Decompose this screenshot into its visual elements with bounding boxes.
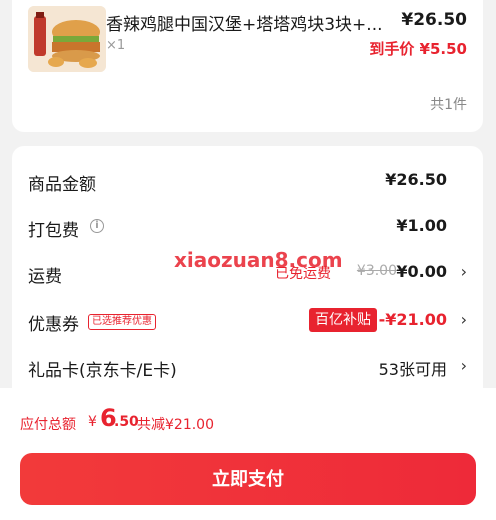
packing-fee-label: 打包费 (28, 221, 79, 241)
coupon-recommend-tag: 已选推荐优惠 (88, 314, 156, 330)
coupon-label: 优惠券 (28, 315, 79, 335)
total-currency: ¥ (88, 414, 97, 430)
goods-amount-value: ¥26.50 (385, 170, 447, 189)
giftcard-label: 礼品卡(京东卡/E卡) (28, 361, 177, 381)
product-price: ¥26.50 (401, 10, 467, 30)
pay-now-button[interactable]: 立即支付 (20, 453, 476, 505)
shipping-original-price: ¥3.00 (356, 263, 397, 279)
product-quantity: ×1 (106, 38, 126, 53)
chevron-right-icon[interactable]: › (461, 262, 467, 281)
shipping-value: ¥0.00 (396, 262, 447, 281)
giftcard-value: 53张可用 (378, 360, 447, 379)
product-final-price: 到手价 ¥5.50 (369, 40, 467, 58)
info-icon[interactable]: i (90, 219, 104, 233)
product-card: 香辣鸡腿中国汉堡+塔塔鸡块3块+... ×1 ¥26.50 到手价 ¥5.50 … (12, 0, 483, 132)
subsidy-badge: 百亿补贴 (309, 308, 377, 332)
packing-fee-row: 打包费 i ¥1.00 (12, 212, 483, 244)
total-saving: 共减¥21.00 (137, 417, 214, 433)
shipping-label: 运费 (28, 267, 62, 287)
goods-amount-row: 商品金额 ¥26.50 (12, 166, 483, 198)
product-thumbnail[interactable] (28, 6, 106, 72)
coupon-value: -¥21.00 (378, 310, 447, 329)
shipping-free-tag: 已免运费 (275, 266, 331, 282)
checkout-footer: 应付总额 ¥ 6 .50 共减¥21.00 立即支付 (0, 388, 496, 520)
product-title[interactable]: 香辣鸡腿中国汉堡+塔塔鸡块3块+... (106, 10, 396, 35)
product-count: 共1件 (430, 97, 467, 113)
shipping-row[interactable]: 运费 已免运费 ¥3.00 ¥0.00 › (12, 258, 483, 290)
order-summary-card: 商品金额 ¥26.50 打包费 i ¥1.00 xiaozuan8.com 运费… (12, 146, 483, 406)
chevron-right-icon[interactable]: › (461, 310, 467, 329)
giftcard-row[interactable]: 礼品卡(京东卡/E卡) 53张可用 › (12, 352, 483, 384)
total-decimal: .50 (114, 414, 139, 430)
chevron-right-icon[interactable]: › (461, 356, 467, 375)
coupon-row[interactable]: 优惠券 已选推荐优惠 百亿补贴 -¥21.00 › (12, 306, 483, 338)
goods-amount-label: 商品金额 (28, 175, 96, 195)
packing-fee-value: ¥1.00 (396, 216, 447, 235)
total-label: 应付总额 (20, 417, 76, 433)
